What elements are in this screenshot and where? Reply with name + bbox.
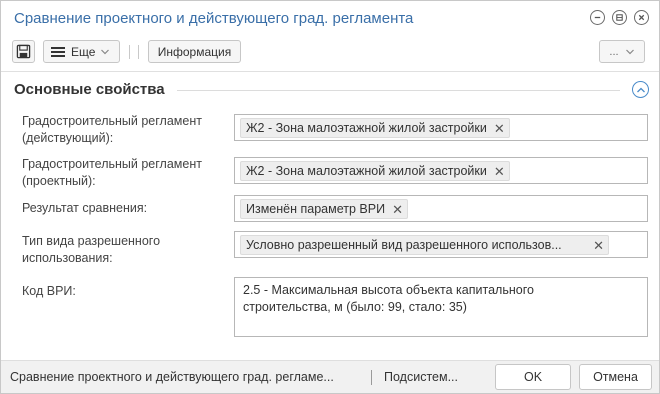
close-icon[interactable] <box>634 10 649 25</box>
field-label-project-regulation: Градостроительный регламент (проектный): <box>22 156 202 190</box>
remove-icon[interactable]: ✕ <box>392 203 403 216</box>
field-label-permitted-use-type: Тип вида разрешенного использования: <box>22 233 160 267</box>
project-regulation-field[interactable]: Ж2 - Зона малоэтажной жилой застройки ✕ <box>234 157 648 184</box>
chip-text: Изменён параметр ВРИ <box>246 202 386 216</box>
toolbar-separator <box>1 71 659 72</box>
collapse-group-button[interactable] <box>632 81 649 98</box>
chevron-down-icon <box>101 49 110 54</box>
ok-button[interactable]: OK <box>495 364 571 390</box>
status-bar: Сравнение проектного и действующего град… <box>1 360 659 393</box>
current-regulation-field[interactable]: Ж2 - Зона малоэтажной жилой застройки ✕ <box>234 114 648 141</box>
chip-text: Ж2 - Зона малоэтажной жилой застройки <box>246 121 487 135</box>
group-divider <box>177 90 620 91</box>
toolbar-divider <box>138 45 139 59</box>
label-line: Тип вида разрешенного <box>22 234 161 248</box>
minimize-icon[interactable] <box>590 10 605 25</box>
actions-menu-label: ... <box>609 45 619 58</box>
label-line: использования: <box>22 251 113 265</box>
label-line: Градостроительный регламент <box>22 157 202 171</box>
label-line: (действующий): <box>22 131 114 145</box>
comparison-result-field[interactable]: Изменён параметр ВРИ ✕ <box>234 195 648 222</box>
code-textarea[interactable]: 2.5 - Максимальная высота объекта капита… <box>234 277 648 337</box>
cancel-button[interactable]: Отмена <box>579 364 652 390</box>
permitted-use-type-field[interactable]: Условно разрешенный вид разрешенного исп… <box>234 231 648 258</box>
label-line: Результат сравнения: <box>22 201 148 215</box>
field-label-comparison-result: Результат сравнения: <box>22 200 147 217</box>
title-bar: Сравнение проектного и действующего град… <box>1 1 659 35</box>
floppy-disk-icon <box>16 44 31 59</box>
dialog-window: Сравнение проектного и действующего град… <box>0 0 660 394</box>
label-line: Градостроительный регламент <box>22 114 202 128</box>
chip-text: Ж2 - Зона малоэтажной жилой застройки <box>246 164 487 178</box>
link-icon[interactable] <box>612 10 627 25</box>
textarea-line: строительства, м (было: 99, стало: 35) <box>243 300 467 314</box>
more-menu-label: Еще <box>71 44 96 59</box>
remove-icon[interactable]: ✕ <box>494 122 505 135</box>
actions-menu-button[interactable]: ... <box>599 40 645 63</box>
field-label-code: Код ВРИ: <box>22 284 76 298</box>
window-title: Сравнение проектного и действующего град… <box>14 10 414 27</box>
value-chip: Изменён параметр ВРИ ✕ <box>240 199 408 219</box>
subsystem-link[interactable]: Подсистем... <box>384 370 458 384</box>
value-chip: Ж2 - Зона малоэтажной жилой застройки ✕ <box>240 161 510 181</box>
value-chip: Ж2 - Зона малоэтажной жилой застройки ✕ <box>240 118 510 138</box>
status-text[interactable]: Сравнение проектного и действующего град… <box>10 370 334 384</box>
value-chip: Условно разрешенный вид разрешенного исп… <box>240 235 609 255</box>
chevron-down-icon <box>625 49 634 54</box>
field-label-current-regulation: Градостроительный регламент (действующий… <box>22 113 202 147</box>
remove-icon[interactable]: ✕ <box>593 239 604 252</box>
hamburger-icon <box>51 46 65 57</box>
group-title: Основные свойства <box>14 81 165 98</box>
save-button[interactable] <box>12 40 35 63</box>
toolbar: Еще Информация ... <box>1 37 659 67</box>
toolbar-divider <box>129 45 130 59</box>
remove-icon[interactable]: ✕ <box>494 165 505 178</box>
info-button[interactable]: Информация <box>148 40 241 63</box>
label-line: (проектный): <box>22 174 96 188</box>
chevron-up-icon <box>636 87 645 92</box>
textarea-line: 2.5 - Максимальная высота объекта капита… <box>243 283 534 297</box>
status-divider <box>371 370 372 385</box>
more-menu-button[interactable]: Еще <box>43 40 120 63</box>
chip-text: Условно разрешенный вид разрешенного исп… <box>246 238 562 252</box>
